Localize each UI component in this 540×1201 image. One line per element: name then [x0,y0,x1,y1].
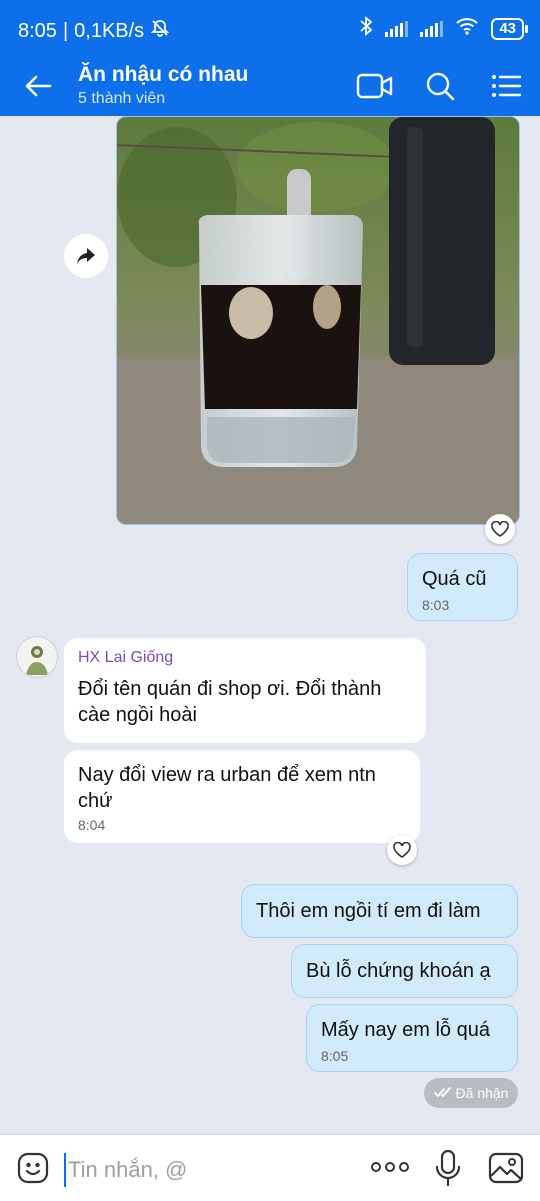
signal-1-icon [385,20,409,37]
chat-header[interactable]: Ăn nhậu có nhau 5 thành viên [78,62,248,110]
message-bubble-outgoing[interactable]: Thôi em ngồi tí em đi làm [241,884,518,938]
mute-icon [150,18,170,44]
message-text-line: Đổi tên quán đi shop ơi. Đổi thành [78,678,382,700]
status-right: 43 [359,16,528,41]
image-gallery-icon [488,1152,524,1184]
signal-2-icon [420,20,444,37]
message-text-line: Nay đổi view ra urban để xem ntn [78,764,376,786]
message-text: Mấy nay em lỗ quá [321,1019,490,1041]
image-picker-button[interactable] [488,1151,524,1190]
list-menu-icon [492,75,522,97]
message-time: 8:05 [321,1048,349,1064]
sender-name: HX Lai Giống [78,649,174,666]
video-call-button[interactable] [356,70,393,102]
video-camera-icon [356,73,393,99]
message-text-line: chứ [78,790,113,812]
menu-button[interactable] [490,70,526,102]
search-icon [426,72,455,101]
composer-bar [0,1134,540,1201]
message-text: Thôi em ngồi tí em đi làm [256,900,481,922]
more-options-button[interactable] [370,1155,410,1184]
delivery-status-text: Đã nhận [455,1085,509,1101]
double-check-icon [433,1087,451,1097]
arrow-left-icon [25,75,52,97]
wifi-icon [455,17,479,40]
message-bubble-outgoing[interactable]: Mấy nay em lỗ quá 8:05 [306,1004,518,1072]
message-bubble-outgoing[interactable]: Quá cũ 8:03 [407,553,518,621]
avatar-image [26,646,48,675]
react-heart-button[interactable] [485,514,515,544]
status-separator: | [62,19,69,42]
voice-record-button[interactable] [434,1149,462,1192]
delivery-status-badge: Đã nhận [424,1078,518,1108]
message-text-line: càe ngồi hoài [78,704,197,726]
status-left: 8:05 | 0,1KB/s [18,18,170,44]
message-time: 8:03 [422,597,450,613]
emoji-button[interactable] [16,1151,50,1190]
status-net-speed: 0,1KB/s [74,19,145,42]
message-text: Quá cũ [422,568,487,590]
message-time: 8:04 [78,817,106,833]
react-heart-button[interactable] [387,835,417,865]
message-input[interactable] [64,1153,360,1187]
back-button[interactable] [20,70,56,102]
app-bar: Ăn nhậu có nhau 5 thành viên [0,56,540,116]
shared-photo[interactable] [116,116,520,525]
more-dots-icon [371,1162,409,1172]
heart-icon [491,521,509,537]
chat-member-count: 5 thành viên [78,90,166,107]
bluetooth-icon [359,16,373,41]
chat-title: Ăn nhậu có nhau [78,63,249,86]
avatar[interactable] [16,636,58,678]
forward-button[interactable] [64,234,108,278]
message-text: Bù lỗ chứng khoán ạ [306,960,491,982]
search-button[interactable] [424,70,460,102]
status-bar: 8:05 | 0,1KB/s 43 [0,0,540,56]
status-time: 8:05 [18,19,57,42]
message-bubble-outgoing[interactable]: Bù lỗ chứng khoán ạ [291,944,518,998]
message-bubble-incoming[interactable]: HX Lai Giống Đổi tên quán đi shop ơi. Đổ… [64,638,426,743]
sticker-smile-icon [17,1152,49,1184]
microphone-icon [435,1149,461,1187]
photo-coffee-glass [117,117,519,524]
share-arrow-icon [77,248,95,264]
heart-icon [393,842,411,858]
message-bubble-incoming[interactable]: Nay đổi view ra urban để xem ntn chứ 8:0… [64,750,420,843]
battery-indicator: 43 [491,17,528,40]
